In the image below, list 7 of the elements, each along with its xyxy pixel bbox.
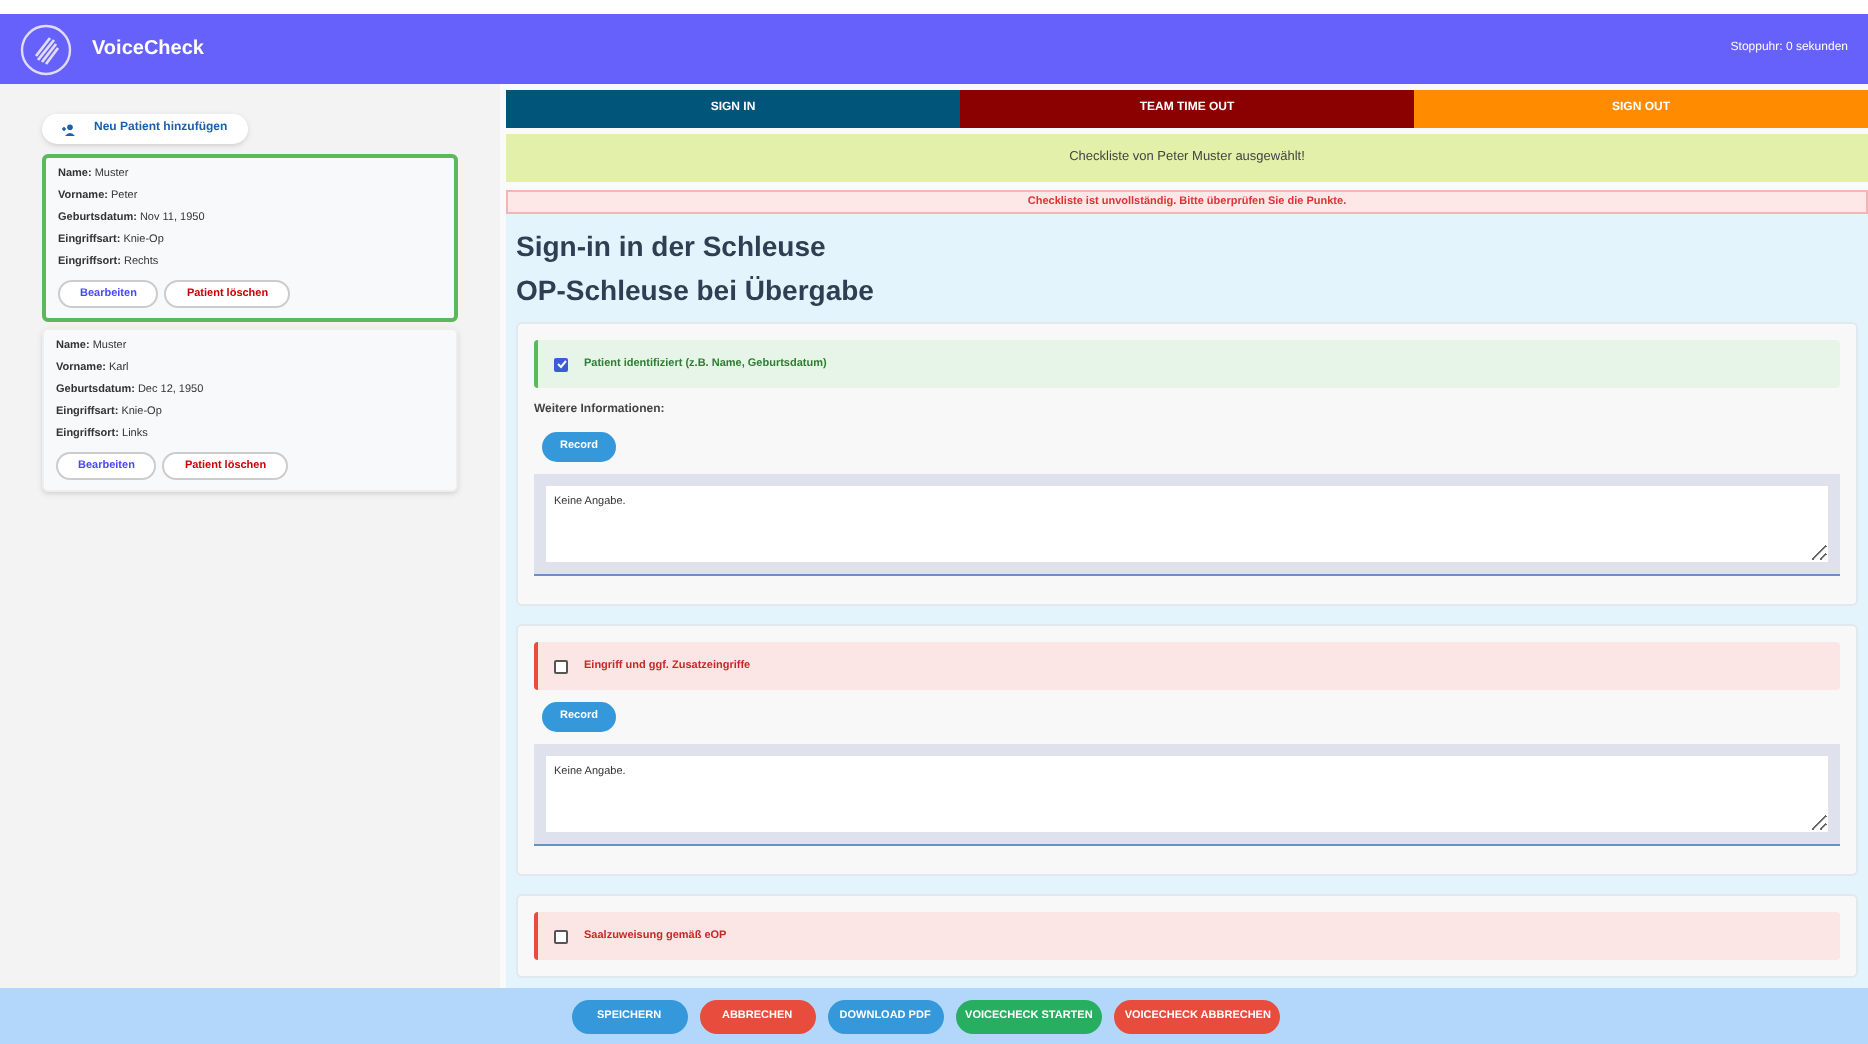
checkbox[interactable] xyxy=(554,659,568,673)
page-subtitle: OP-Schleuse bei Übergabe xyxy=(516,274,876,306)
add-user-icon xyxy=(62,123,78,135)
page-title: Sign-in in der Schleuse xyxy=(516,230,828,262)
logo-icon xyxy=(20,23,72,75)
checkbox[interactable] xyxy=(554,929,568,943)
app-title: VoiceCheck xyxy=(92,36,204,64)
